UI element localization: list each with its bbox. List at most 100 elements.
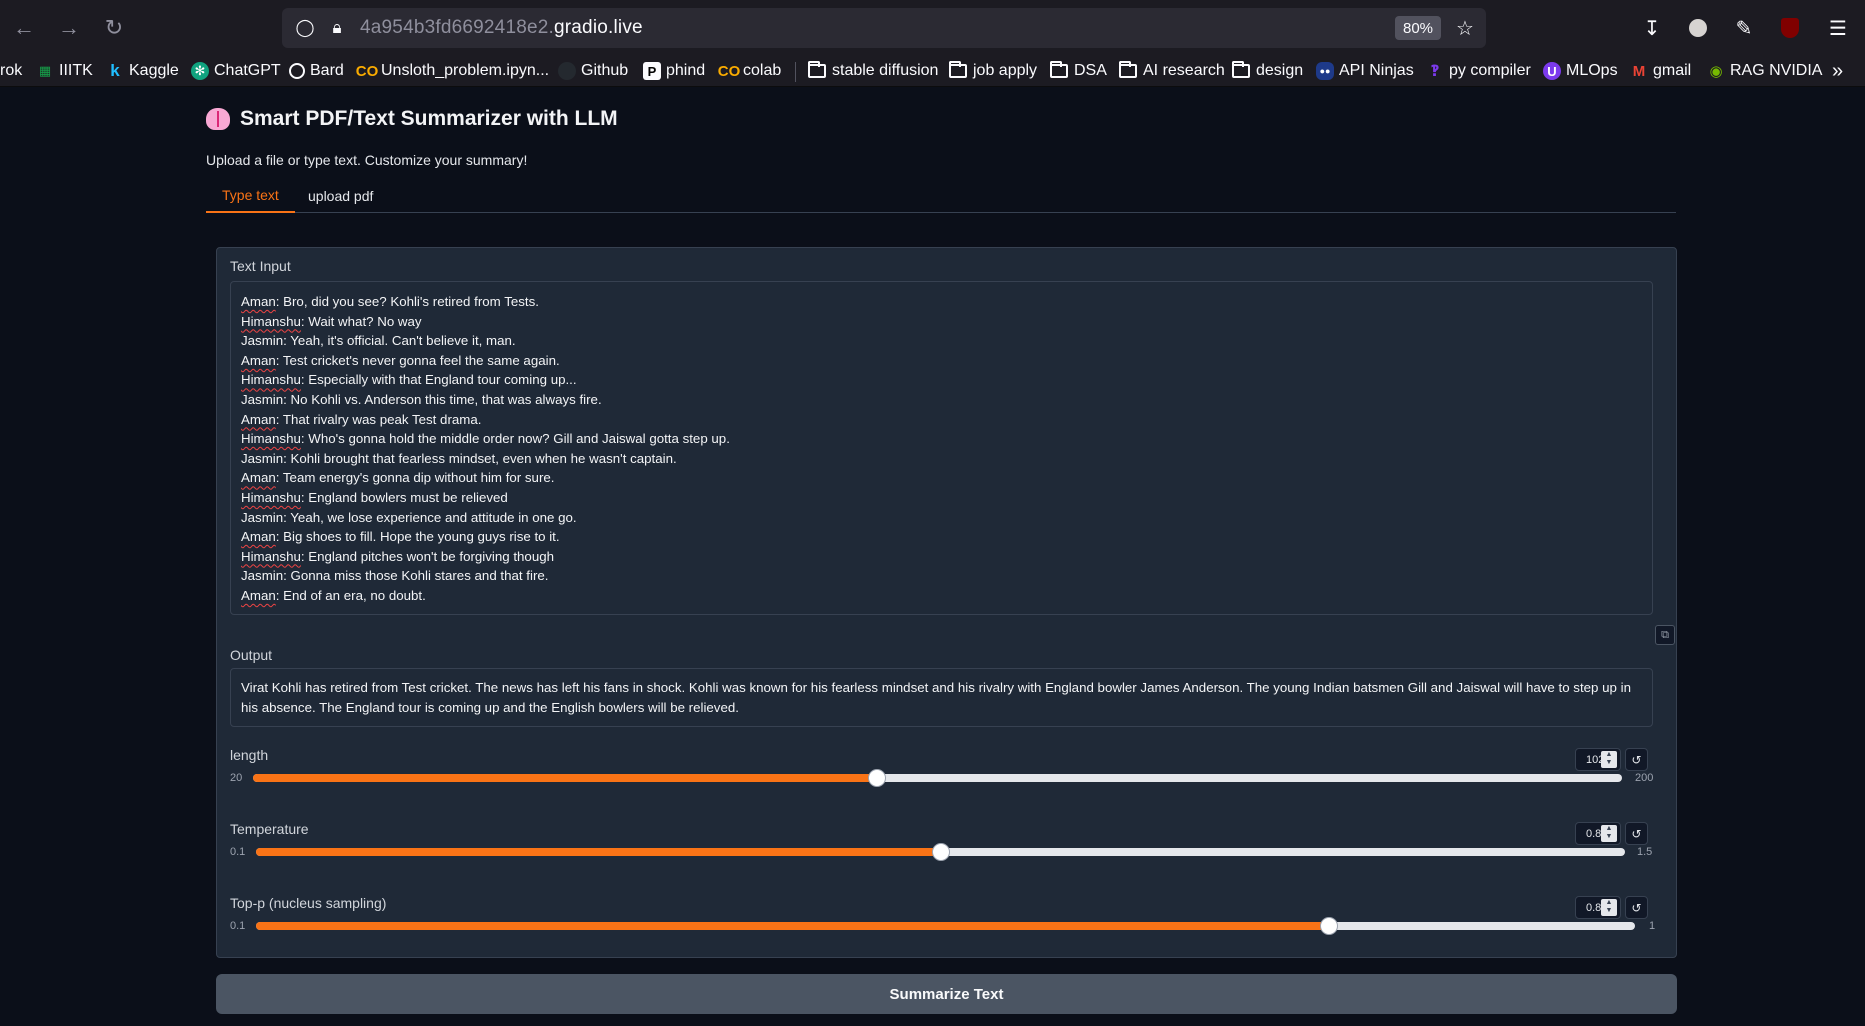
length-slider-thumb[interactable] (868, 769, 887, 787)
output-text: Virat Kohli has retired from Test cricke… (230, 668, 1653, 727)
speaker-name: Aman (241, 294, 276, 309)
line-text: : End of an era, no doubt. (275, 587, 426, 603)
reload-icon[interactable]: ↻ (100, 14, 128, 42)
output-label: Output (230, 647, 273, 663)
bookmark-label: API Ninjas (1339, 62, 1414, 79)
nvidia-icon: ◉ (1709, 63, 1723, 80)
bookmark-label: Unsloth_problem.ipyn... (381, 62, 550, 79)
zoom-level[interactable]: 80% (1395, 16, 1441, 40)
address-bar[interactable]: ◯ 🔒︎ 4a954b3fd6692418e2.gradio.live 80% … (282, 8, 1486, 48)
conversation-line: Aman: That rivalry was peak Test drama. (241, 410, 1642, 430)
line-text: : Especially with that England tour comi… (300, 372, 577, 388)
menu-icon[interactable]: ☰ (1824, 14, 1852, 42)
bookmark-label: colab (743, 62, 782, 79)
length-slider[interactable] (253, 769, 1622, 787)
bookmark-folder-design[interactable]: design (1232, 60, 1303, 82)
length-reset-icon[interactable]: ↺ (1625, 748, 1648, 771)
back-icon[interactable]: ← (10, 14, 38, 42)
conversation-line: Himanshu: Especially with that England t… (241, 370, 1642, 390)
length-slider-fill (253, 774, 878, 782)
conversation-line: Aman: Test cricket's never gonna feel th… (241, 351, 1642, 371)
bookmark-iiitk[interactable]: ▦ IIITK (36, 60, 93, 82)
gmail-icon: M (1632, 62, 1646, 80)
browser-toolbar: ← → ↻ ◯ 🔒︎ 4a954b3fd6692418e2.gradio.liv… (0, 0, 1865, 56)
speaker-name: Himanshu (241, 372, 301, 388)
speaker-name: Jasmin (241, 509, 284, 525)
speaker-name: Aman (241, 587, 276, 603)
folder-icon (1050, 61, 1068, 78)
bookmark-colab[interactable]: CO colab (718, 60, 782, 82)
speaker-name: Jasmin (241, 450, 284, 466)
bookmark-gmail[interactable]: Mgmail (1630, 60, 1691, 82)
conversation-line: Himanshu: Who's gonna hold the middle or… (241, 429, 1642, 449)
temperature-stepper[interactable]: ▲ ▼ (1601, 825, 1617, 842)
speaker-name: Jasmin (241, 568, 284, 584)
conversation-line: Himanshu: England pitches won't be forgi… (241, 547, 1642, 567)
bookmark-folder-stable-diffusion[interactable]: stable diffusion (808, 60, 938, 82)
text-input-label: Text Input (230, 258, 291, 274)
bookmarks-overflow-icon[interactable]: » (1832, 60, 1843, 82)
bookmark-folder-ai-research[interactable]: AI research (1119, 60, 1225, 82)
line-text: : England pitches won't be forgiving tho… (300, 548, 555, 564)
temperature-max: 1.5 (1637, 846, 1653, 858)
line-text: : Gonna miss those Kohli stares and that… (283, 568, 549, 584)
bookmark-separator (795, 62, 796, 82)
folder-icon (1232, 61, 1250, 78)
kaggle-icon: k (110, 61, 120, 80)
bookmark-chatgpt[interactable]: ✻ ChatGPT (191, 60, 281, 82)
bookmark-star-icon[interactable]: ☆ (1455, 18, 1475, 40)
lock-icon[interactable]: 🔒︎ (327, 18, 347, 38)
top-p-stepper[interactable]: ▲ ▼ (1601, 899, 1617, 916)
bookmark-bard[interactable]: Bard (289, 60, 344, 82)
bookmark-mlops[interactable]: U MLOps (1543, 60, 1618, 82)
top-p-slider-thumb[interactable] (1319, 917, 1338, 935)
url-text[interactable]: 4a954b3fd6692418e2.gradio.live (360, 17, 643, 39)
top-p-number-input[interactable]: 0.8 ▲ ▼ (1575, 896, 1621, 919)
bookmark-rag-nvidia[interactable]: ◉ RAG NVIDIA (1707, 60, 1822, 82)
speaker-name: Aman (241, 529, 276, 545)
bookmark-folder-job-apply[interactable]: job apply (949, 60, 1037, 82)
summarize-button[interactable]: Summarize Text (216, 974, 1677, 1014)
bookmark-kaggle[interactable]: k Kaggle (106, 60, 179, 82)
temperature-slider-thumb[interactable] (931, 843, 950, 861)
conversation-line: Jasmin: Kohli brought that fearless mind… (241, 449, 1642, 469)
bookmark-py-compiler[interactable]: ‽ py compiler (1426, 60, 1530, 82)
line-text: : Who's gonna hold the middle order now?… (300, 431, 730, 447)
bookmark-label: ChatGPT (214, 62, 281, 79)
temperature-reset-icon[interactable]: ↺ (1625, 822, 1648, 845)
bookmark-grok[interactable]: rok (0, 60, 22, 82)
bookmark-github[interactable]: Github (558, 60, 628, 82)
tab-type-text[interactable]: Type text (206, 179, 295, 213)
top-p-slider[interactable] (256, 917, 1635, 935)
bookmark-label: AI research (1143, 62, 1225, 79)
shield-icon[interactable]: ◯ (295, 18, 315, 38)
line-text: : That rivalry was peak Test drama. (275, 411, 482, 427)
speaker-name: Himanshu (241, 548, 301, 564)
folder-icon (1119, 61, 1137, 78)
speaker-name: Aman (241, 470, 276, 486)
bookmark-phind[interactable]: Pphind (643, 60, 705, 82)
line-text: : Team energy's gonna dip without him fo… (275, 470, 555, 486)
temperature-number-input[interactable]: 0.8 ▲ ▼ (1575, 822, 1621, 845)
profile-avatar[interactable] (1684, 14, 1712, 42)
gradio-app: Smart PDF/Text Summarizer with LLM Uploa… (12, 88, 1865, 1026)
bookmark-folder-dsa[interactable]: DSA (1050, 60, 1107, 82)
download-icon[interactable]: ↧ (1638, 14, 1666, 42)
temperature-min: 0.1 (230, 846, 246, 858)
bookmarks-bar: rok ▦ IIITK k Kaggle ✻ ChatGPT Bard CO Unslo… (0, 56, 1865, 87)
ublock-icon[interactable] (1776, 14, 1804, 42)
url-host: 4a954b3fd6692418e2. (360, 17, 554, 38)
colab-icon: CO (355, 62, 379, 80)
conversation-line: Jasmin: Yeah, it's official. Can't belie… (241, 331, 1642, 351)
length-stepper[interactable]: ▲ ▼ (1601, 751, 1617, 768)
forward-icon[interactable]: → (55, 14, 83, 42)
bookmark-api-ninjas[interactable]: ●● API Ninjas (1316, 60, 1414, 82)
tab-upload-pdf[interactable]: upload pdf (292, 179, 389, 213)
top-p-reset-icon[interactable]: ↺ (1625, 896, 1648, 919)
temperature-slider[interactable] (256, 843, 1625, 861)
extensions-icon[interactable]: ✎ (1730, 14, 1758, 42)
copy-icon[interactable]: ⧉ (1655, 625, 1675, 645)
length-number-input[interactable]: 102 ▲ ▼ (1575, 748, 1621, 771)
text-input[interactable]: Aman: Bro, did you see? Kohli's retired … (230, 281, 1653, 615)
bookmark-unsloth[interactable]: CO Unsloth_problem.ipyn... (355, 60, 550, 82)
